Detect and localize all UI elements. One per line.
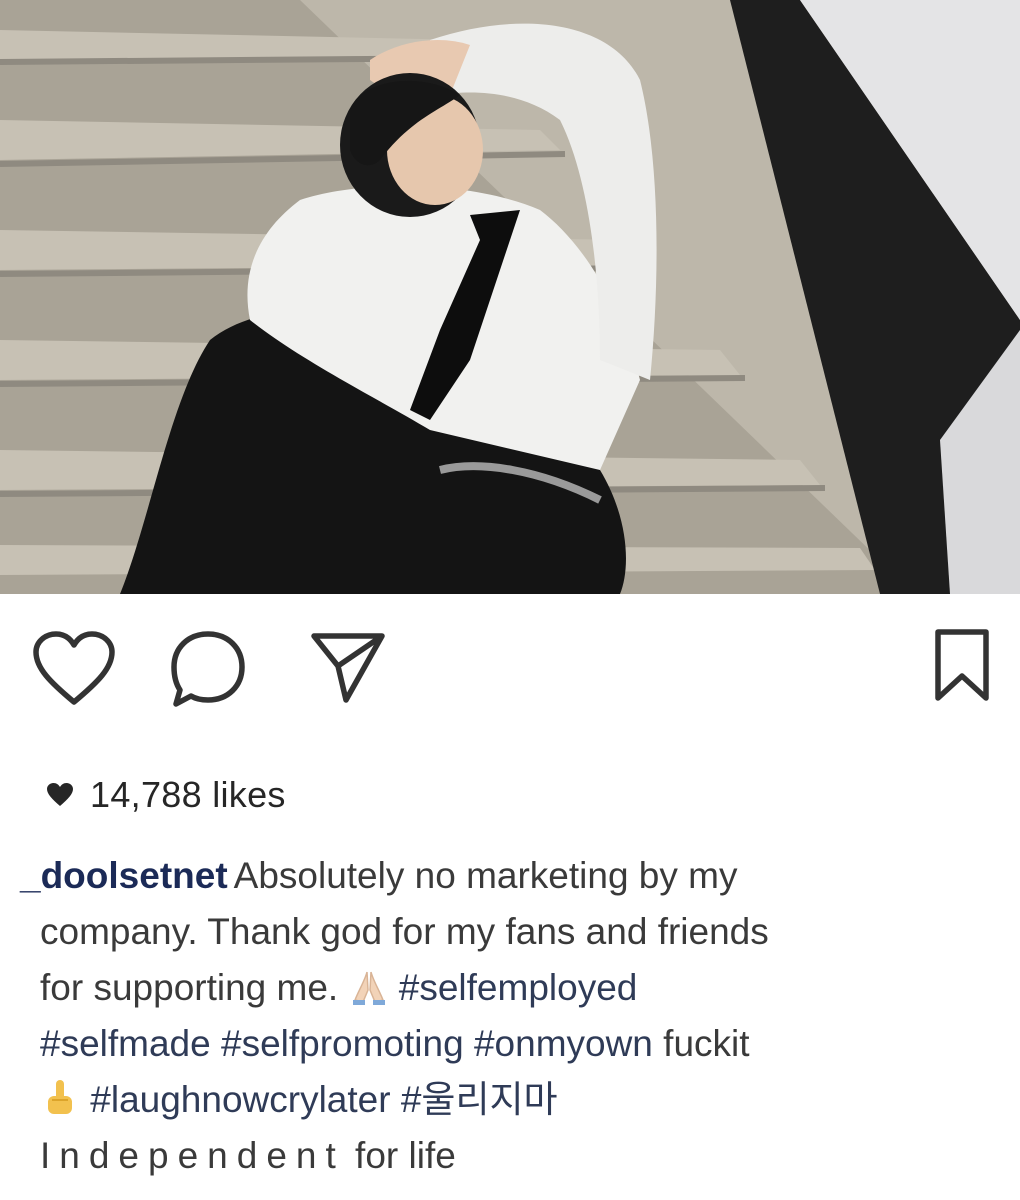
caption-text: Independent	[40, 1135, 345, 1176]
heart-filled-icon	[47, 783, 73, 806]
paper-plane-icon[interactable]	[308, 626, 388, 706]
caption-text: fuckit	[663, 1023, 750, 1064]
caption-text: Absolutely no marketing by my	[233, 855, 738, 896]
post-photo[interactable]	[0, 0, 1020, 594]
photo-stairs-person	[0, 0, 1020, 594]
caption-text: for supporting me.	[40, 967, 339, 1008]
hashtag-link[interactable]: #selfemployed	[399, 967, 638, 1008]
caption-line: _doolsetnet Absolutely no marketing by my	[20, 848, 990, 904]
caption-text: company. Thank god for my fans and frien…	[40, 911, 769, 952]
likes-text: 14,788 likes	[90, 774, 286, 815]
caption-line: company. Thank god for my fans and frien…	[40, 904, 990, 960]
raised-finger-emoji	[48, 1080, 72, 1114]
caption-line: #selfmade #selfpromoting #onmyown fuckit	[40, 1016, 990, 1072]
post-action-bar	[0, 610, 1020, 710]
caption-line: #laughnowcrylater #울리지마	[40, 1072, 990, 1128]
bookmark-icon[interactable]	[930, 626, 994, 706]
post-caption: _doolsetnet Absolutely no marketing by my…	[20, 848, 990, 1184]
folded-hands-emoji	[352, 971, 385, 1005]
instagram-post: 14,788 likes _doolsetnet Absolutely no ma…	[0, 0, 1020, 1200]
caption-text: for life	[355, 1135, 456, 1176]
username-link[interactable]: _doolsetnet	[20, 855, 228, 896]
likes-count[interactable]: 14,788 likes	[46, 770, 286, 820]
heart-outline-icon[interactable]	[30, 630, 118, 710]
caption-line: for supporting me. #selfemployed	[40, 960, 990, 1016]
hashtag-link[interactable]: #laughnowcrylater #울리지마	[90, 1079, 557, 1120]
caption-line: Independent for life	[40, 1128, 990, 1184]
hashtag-link[interactable]: #selfmade #selfpromoting #onmyown	[40, 1023, 653, 1064]
comment-bubble-icon[interactable]	[168, 628, 248, 712]
